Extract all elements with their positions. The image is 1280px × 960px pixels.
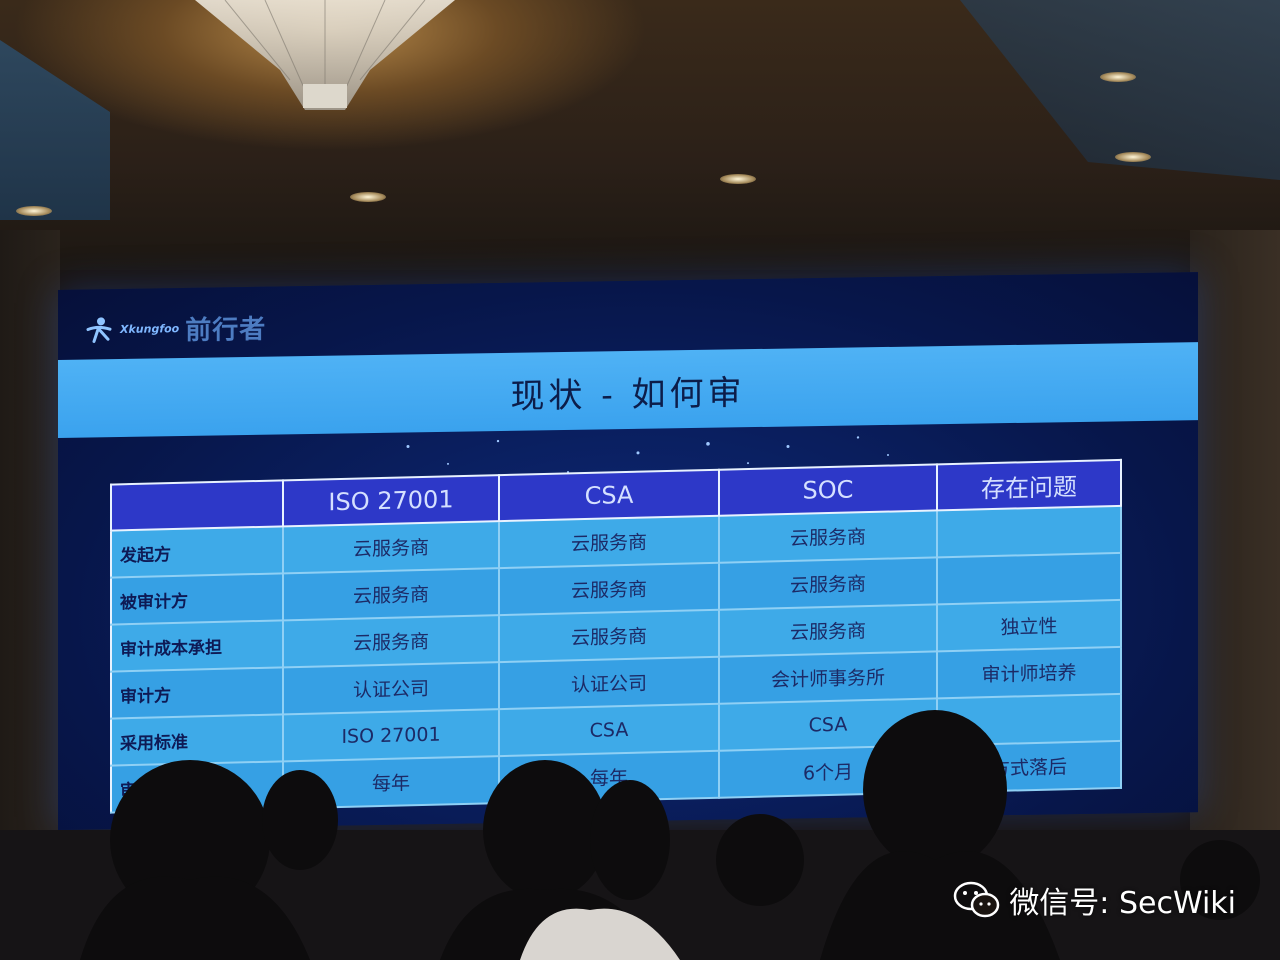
row-label: 审计成本承担 <box>111 620 283 672</box>
table-cell: 6个月 <box>719 745 937 798</box>
comparison-table: ISO 27001 CSA SOC 存在问题 发起方 云服务商 云服务商 云服务… <box>110 459 1122 814</box>
table-header-corner <box>111 480 283 531</box>
row-label: 发起方 <box>111 526 283 578</box>
table-cell: 云服务商 <box>499 562 719 616</box>
ceiling-spotlight <box>720 174 756 184</box>
table-cell: 认证公司 <box>499 656 719 710</box>
table-cell <box>937 552 1121 605</box>
ceiling-spotlight <box>16 206 52 216</box>
table-cell: ISO 27001 <box>283 709 499 762</box>
table-cell <box>937 505 1121 558</box>
presenter-logo: Xkungfoo 前行者 <box>84 309 266 349</box>
wall-left <box>0 230 60 870</box>
wall-right <box>1190 230 1280 870</box>
watermark-text: 微信号: SecWiki <box>1009 886 1236 921</box>
table-cell: 云服务商 <box>283 568 499 621</box>
table-cell: 独立性 <box>937 599 1121 652</box>
table-cell: 云服务商 <box>283 521 499 574</box>
table-cell: CSA <box>719 698 937 751</box>
ceiling-spotlight <box>1115 152 1151 162</box>
table-cell: 方式落后 <box>937 740 1121 793</box>
table-header-soc: SOC <box>719 464 937 516</box>
table-cell: 云服务商 <box>719 557 937 610</box>
table-cell: 每年 <box>499 750 719 804</box>
row-label: 审计 <box>111 761 283 813</box>
wechat-watermark: 微信号: SecWiki <box>953 878 1236 922</box>
table-header-issues: 存在问题 <box>937 459 1121 511</box>
row-label: 被审计方 <box>111 573 283 625</box>
table-cell: 云服务商 <box>719 510 937 563</box>
table-cell: 云服务商 <box>719 604 937 657</box>
table-cell <box>937 693 1121 746</box>
table-cell: 云服务商 <box>499 609 719 663</box>
table-cell: 云服务商 <box>283 615 499 668</box>
table-cell: 云服务商 <box>499 515 719 569</box>
row-label: 采用标准 <box>111 714 283 766</box>
ceiling-spotlight <box>1100 72 1136 82</box>
table-cell: CSA <box>499 703 719 757</box>
slide-title: 现状 - 如何审 <box>510 373 746 417</box>
row-label: 审计方 <box>111 667 283 719</box>
table-cell: 会计师事务所 <box>719 651 937 704</box>
table-header-csa: CSA <box>499 469 719 522</box>
table-header-iso27001: ISO 27001 <box>283 475 499 527</box>
table-cell: 审计师培养 <box>937 646 1121 699</box>
logo-chinese-text: 前行者 <box>185 314 267 347</box>
ceiling-spotlight <box>350 192 386 202</box>
table-cell: 每年 <box>283 756 499 809</box>
projection-screen: Xkungfoo 前行者 现状 - 如何审 ISO 27001 CSA SOC … <box>58 272 1198 831</box>
wechat-icon <box>954 881 1000 918</box>
kungfu-figure-icon <box>86 316 112 343</box>
logo-english-text: Xkungfoo <box>120 322 180 337</box>
chandelier <box>195 0 455 110</box>
table-cell: 认证公司 <box>283 662 499 715</box>
